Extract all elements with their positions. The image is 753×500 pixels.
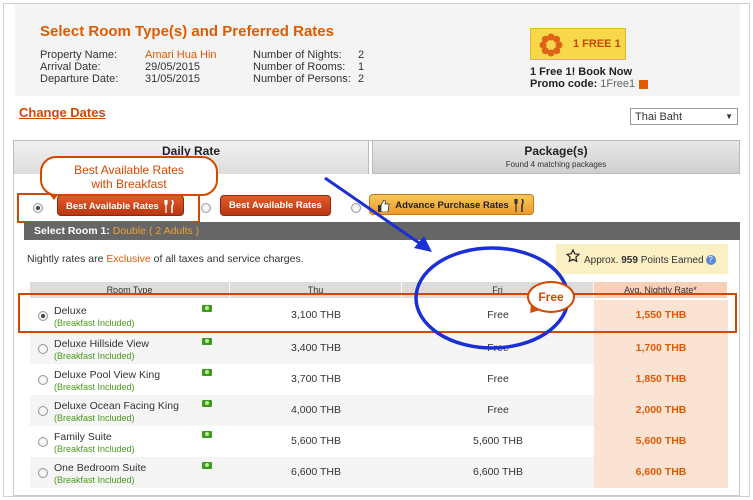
rate-thu: 4,000 THB	[290, 404, 341, 416]
points-prefix: Approx.	[584, 255, 622, 266]
rate-avg: 1,700 THB	[594, 333, 728, 364]
rooms-label: Number of Rooms:	[253, 61, 346, 73]
departure-value: 31/05/2015	[145, 73, 201, 85]
rate-radio-room-only[interactable]	[201, 203, 211, 213]
property-label: Property Name:	[40, 49, 118, 61]
rate-thu: 3,400 THB	[290, 342, 341, 354]
rate-thu: 6,600 THB	[290, 466, 341, 478]
departure-label: Departure Date:	[40, 73, 119, 85]
rate-fri: 6,600 THB	[472, 466, 523, 478]
arrival-label: Arrival Date:	[40, 61, 101, 73]
callout-bubble: Best Available Rates with Breakfast	[40, 156, 218, 196]
promo-banner[interactable]: 1 FREE 1	[530, 28, 626, 60]
rate-fri: 5,600 THB	[472, 435, 523, 447]
rate-avg: 5,600 THB	[594, 426, 728, 457]
rate-button-label: Best Available Rates	[229, 200, 322, 211]
room-inclusion: (Breakfast Included)	[54, 351, 135, 361]
persons-value: 2	[358, 73, 365, 85]
camera-icon[interactable]	[202, 400, 212, 407]
camera-icon[interactable]	[202, 431, 212, 438]
free-bubble: Free	[527, 281, 575, 313]
room-name: Deluxe Hillside View	[54, 338, 149, 350]
room-name: Deluxe Pool View King	[54, 369, 161, 381]
room-inclusion: (Breakfast Included)	[54, 413, 135, 423]
promo-banner-text: 1 FREE 1	[573, 38, 621, 50]
table-row[interactable]: Deluxe Ocean Facing King (Breakfast Incl…	[30, 395, 728, 426]
rate-radio-advance-purchase[interactable]	[351, 203, 361, 213]
rate-button-advance-purchase[interactable]: Advance Purchase Rates	[369, 194, 535, 215]
rate-thu: 5,600 THB	[290, 435, 341, 447]
room-inclusion: (Breakfast Included)	[54, 444, 135, 454]
callout-highlight-box	[17, 193, 200, 223]
promo-code-label: Promo code:	[530, 78, 601, 90]
rate-fri: Free	[487, 342, 509, 354]
points-suffix: Points Earned	[637, 255, 704, 266]
table-row[interactable]: One Bedroom Suite (Breakfast Included) 6…	[30, 457, 728, 488]
room-inclusion: (Breakfast Included)	[54, 475, 135, 485]
select-room-bar: Select Room 1: Double ( 2 Adults )	[24, 222, 740, 240]
rate-avg: 2,000 THB	[594, 395, 728, 426]
selected-row-highlight	[18, 293, 737, 333]
page-title: Select Room Type(s) and Preferred Rates	[40, 23, 334, 40]
persons-label: Number of Persons:	[253, 73, 351, 85]
fork-knife-icon	[514, 199, 525, 212]
star-icon	[566, 249, 580, 263]
tab-packages[interactable]: Package(s) Found 4 matching packages	[372, 140, 740, 174]
nightly-note-highlight: Exclusive	[106, 253, 151, 265]
copy-icon[interactable]	[639, 79, 649, 89]
nightly-note-prefix: Nightly rates are	[27, 253, 107, 265]
flower-icon	[539, 33, 563, 57]
rate-thu: 3,700 THB	[290, 373, 341, 385]
tab-packages-count: Found 4 matching packages	[505, 160, 607, 169]
nightly-note-suffix: of all taxes and service charges.	[150, 253, 304, 265]
rate-fri: Free	[487, 373, 509, 385]
room-radio[interactable]	[38, 344, 48, 354]
promo-code-line: Promo code: 1Free1	[530, 78, 649, 90]
table-row[interactable]: Family Suite (Breakfast Included) 5,600 …	[30, 426, 728, 457]
table-row[interactable]: Deluxe Pool View King (Breakfast Include…	[30, 364, 728, 395]
rate-fri: Free	[487, 404, 509, 416]
thumbs-up-icon	[378, 199, 390, 212]
room-name: One Bedroom Suite	[54, 462, 147, 474]
rooms-value: 1	[358, 61, 365, 73]
promo-code-value: 1Free1	[600, 78, 636, 90]
nightly-rate-note: Nightly rates are Exclusive of all taxes…	[27, 253, 304, 265]
room-radio[interactable]	[38, 468, 48, 478]
table-row[interactable]: Deluxe Hillside View (Breakfast Included…	[30, 333, 728, 364]
nights-value: 2	[358, 49, 365, 61]
points-value: 959	[621, 255, 638, 266]
dropdown-arrow-icon: ▼	[725, 112, 733, 121]
room-radio[interactable]	[38, 437, 48, 447]
promo-headline: 1 Free 1! Book Now	[530, 66, 633, 78]
camera-icon[interactable]	[202, 369, 212, 376]
room-radio[interactable]	[38, 375, 48, 385]
rate-button-best-available[interactable]: Best Available Rates	[220, 195, 331, 216]
help-icon[interactable]: ?	[705, 255, 716, 266]
points-earned-box: Approx. 959 Points Earned?	[556, 244, 728, 274]
rate-avg: 1,850 THB	[594, 364, 728, 395]
change-dates-link[interactable]: Change Dates	[19, 105, 106, 120]
camera-icon[interactable]	[202, 338, 212, 345]
room-radio[interactable]	[38, 406, 48, 416]
arrival-value: 29/05/2015	[145, 61, 201, 73]
rate-button-label: Advance Purchase Rates	[395, 200, 509, 212]
tab-packages-label: Package(s)	[524, 144, 588, 158]
callout-line-1: Best Available Rates	[74, 163, 184, 177]
callout-line-2: with Breakfast	[91, 177, 167, 191]
room-name: Deluxe Ocean Facing King	[54, 400, 179, 412]
camera-icon[interactable]	[202, 462, 212, 469]
currency-select[interactable]: Thai Baht ▼	[630, 108, 738, 125]
room-name: Family Suite	[54, 431, 112, 443]
nights-label: Number of Nights:	[253, 49, 342, 61]
rate-avg: 6,600 THB	[594, 457, 728, 488]
select-room-value: Double ( 2 Adults )	[112, 225, 200, 237]
room-inclusion: (Breakfast Included)	[54, 382, 135, 392]
property-value: Amari Hua Hin	[145, 49, 217, 61]
currency-selected-value: Thai Baht	[635, 111, 683, 123]
select-room-label: Select Room 1:	[34, 225, 110, 237]
